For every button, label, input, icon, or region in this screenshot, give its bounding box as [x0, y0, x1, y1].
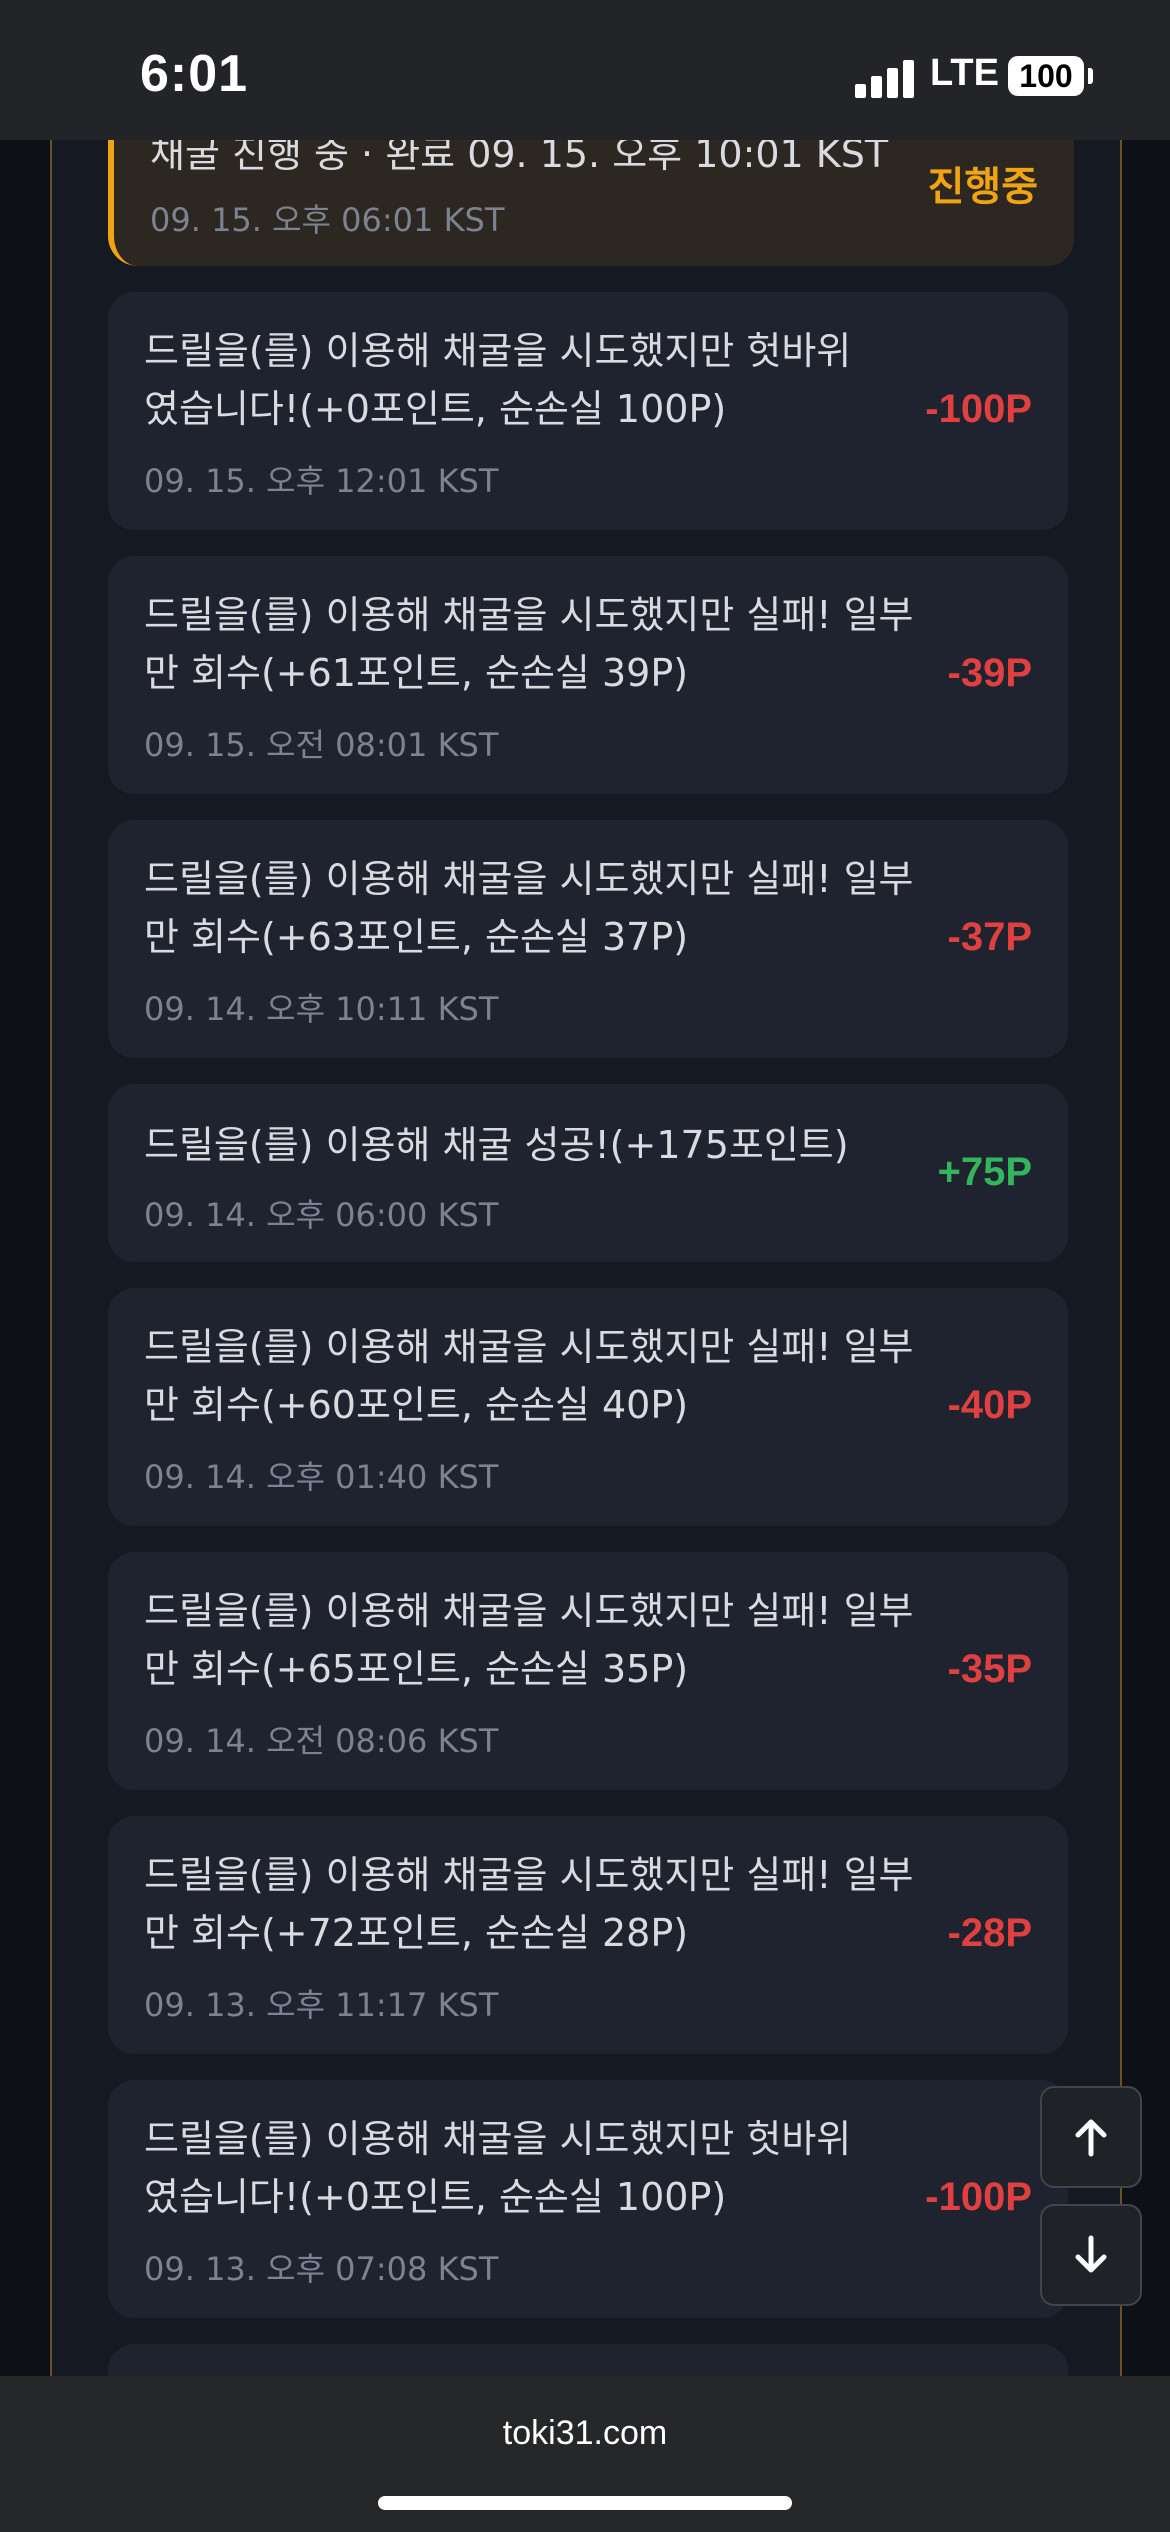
- entry-amount: +75P: [937, 1150, 1032, 1194]
- entry-amount: -28P: [947, 1911, 1033, 1955]
- list-item[interactable]: 드릴을(를) 이용해 채굴을 시도했지만 실패! 일부만 회수(+72포인트, …: [108, 1816, 1068, 2054]
- entry-amount: -37P: [947, 915, 1033, 959]
- list-item[interactable]: 드릴을(를) 이용해 채굴을 시도했지만 헛바위였습니다!(+0포인트, 순손실…: [108, 292, 1068, 530]
- signal-icon: [855, 58, 915, 98]
- entry-text-line1: 드릴을(를) 이용해 채굴 성공!(+175포인트): [144, 1123, 849, 1167]
- entry-text-line2: 만 회수(+63포인트, 순손실 37P): [144, 915, 689, 959]
- home-indicator[interactable]: [378, 2496, 792, 2510]
- entry-text-line1: 드릴을(를) 이용해 채굴을 시도했지만 실패! 일부: [144, 593, 914, 637]
- active-mining-time: 09. 15. 오후 06:01 KST: [150, 201, 505, 239]
- entry-time: 09. 14. 오후 01:40 KST: [144, 1458, 499, 1496]
- scroll-bottom-button[interactable]: [1040, 2204, 1142, 2306]
- entry-time: 09. 13. 오후 11:17 KST: [144, 1986, 499, 2024]
- list-item[interactable]: 드릴을(를) 이용해 채굴을 시도했지만 헛바위였습니다!(+0포인트, 순손실…: [108, 2080, 1068, 2318]
- list-item[interactable]: 드릴을(를) 이용해 채굴을 시도했지만 실패! 일부만 회수(+61포인트, …: [108, 556, 1068, 794]
- entry-text-line2: 였습니다!(+0포인트, 순손실 100P): [144, 2175, 727, 2219]
- entry-amount: -35P: [947, 1647, 1033, 1691]
- entry-text-line1: 드릴을(를) 이용해 채굴을 시도했지만 헛바위: [144, 2117, 852, 2161]
- entry-amount: -100P: [925, 2175, 1032, 2219]
- entry-text-line2: 만 회수(+65포인트, 순손실 35P): [144, 1647, 689, 1691]
- list-item[interactable]: 드릴을(를) 이용해 채굴을 시도했지만 실패! 일부만 회수(+63포인트, …: [108, 820, 1068, 1058]
- entry-text-line1: 드릴을(를) 이용해 채굴을 시도했지만 실패! 일부: [144, 1853, 914, 1897]
- entry-text-line2: 만 회수(+60포인트, 순손실 40P): [144, 1383, 689, 1427]
- history-panel: 채굴 진행 중 · 완료 09. 15. 오후 10:01 KST 09. 15…: [50, 0, 1122, 2380]
- entry-time: 09. 14. 오후 10:11 KST: [144, 990, 499, 1028]
- battery-icon: 100: [1008, 56, 1084, 96]
- list-item[interactable]: 드릴을(를) 이용해 채굴을 시도했지만 실패! 일부만 회수(+65포인트, …: [108, 1552, 1068, 1790]
- entry-text-line2: 였습니다!(+0포인트, 순손실 100P): [144, 387, 727, 431]
- address-bar[interactable]: toki31.com: [0, 2414, 1170, 2453]
- arrow-down-icon: [1075, 2235, 1107, 2273]
- entry-text-line2: 만 회수(+61포인트, 순손실 39P): [144, 651, 689, 695]
- entry-amount: -39P: [947, 651, 1033, 695]
- entry-amount: -100P: [925, 387, 1032, 431]
- battery-tip: [1088, 68, 1093, 84]
- list-item[interactable]: 드릴을(를) 이용해 채굴 성공!(+175포인트) 09. 14. 오후 06…: [108, 1084, 1068, 1262]
- list-item[interactable]: 드릴을(를) 이용해 채굴을 시도했지만 실패! 일부만 회수(+60포인트, …: [108, 1288, 1068, 1526]
- clock: 6:01: [140, 45, 249, 103]
- entry-text-line2: 만 회수(+72포인트, 순손실 28P): [144, 1911, 689, 1955]
- entry-time: 09. 14. 오전 08:06 KST: [144, 1722, 499, 1760]
- arrow-up-icon: [1075, 2119, 1107, 2157]
- list-item[interactable]: [108, 2344, 1068, 2380]
- entry-time: 09. 14. 오후 06:00 KST: [144, 1196, 499, 1234]
- entry-time: 09. 15. 오전 08:01 KST: [144, 726, 499, 764]
- browser-bottom-bar: toki31.com: [0, 2376, 1170, 2532]
- status-bar: 6:01 LTE 100: [0, 0, 1170, 140]
- network-label: LTE: [930, 52, 999, 94]
- entry-amount: -40P: [947, 1383, 1033, 1427]
- status-badge: 진행중: [927, 165, 1038, 209]
- entry-time: 09. 13. 오후 07:08 KST: [144, 2250, 499, 2288]
- entry-text-line1: 드릴을(를) 이용해 채굴을 시도했지만 헛바위: [144, 329, 852, 373]
- entry-text-line1: 드릴을(를) 이용해 채굴을 시도했지만 실패! 일부: [144, 857, 914, 901]
- entry-text-line1: 드릴을(를) 이용해 채굴을 시도했지만 실패! 일부: [144, 1589, 914, 1633]
- scroll-top-button[interactable]: [1040, 2086, 1142, 2188]
- entry-time: 09. 15. 오후 12:01 KST: [144, 462, 499, 500]
- entry-text-line1: 드릴을(를) 이용해 채굴을 시도했지만 실패! 일부: [144, 1325, 914, 1369]
